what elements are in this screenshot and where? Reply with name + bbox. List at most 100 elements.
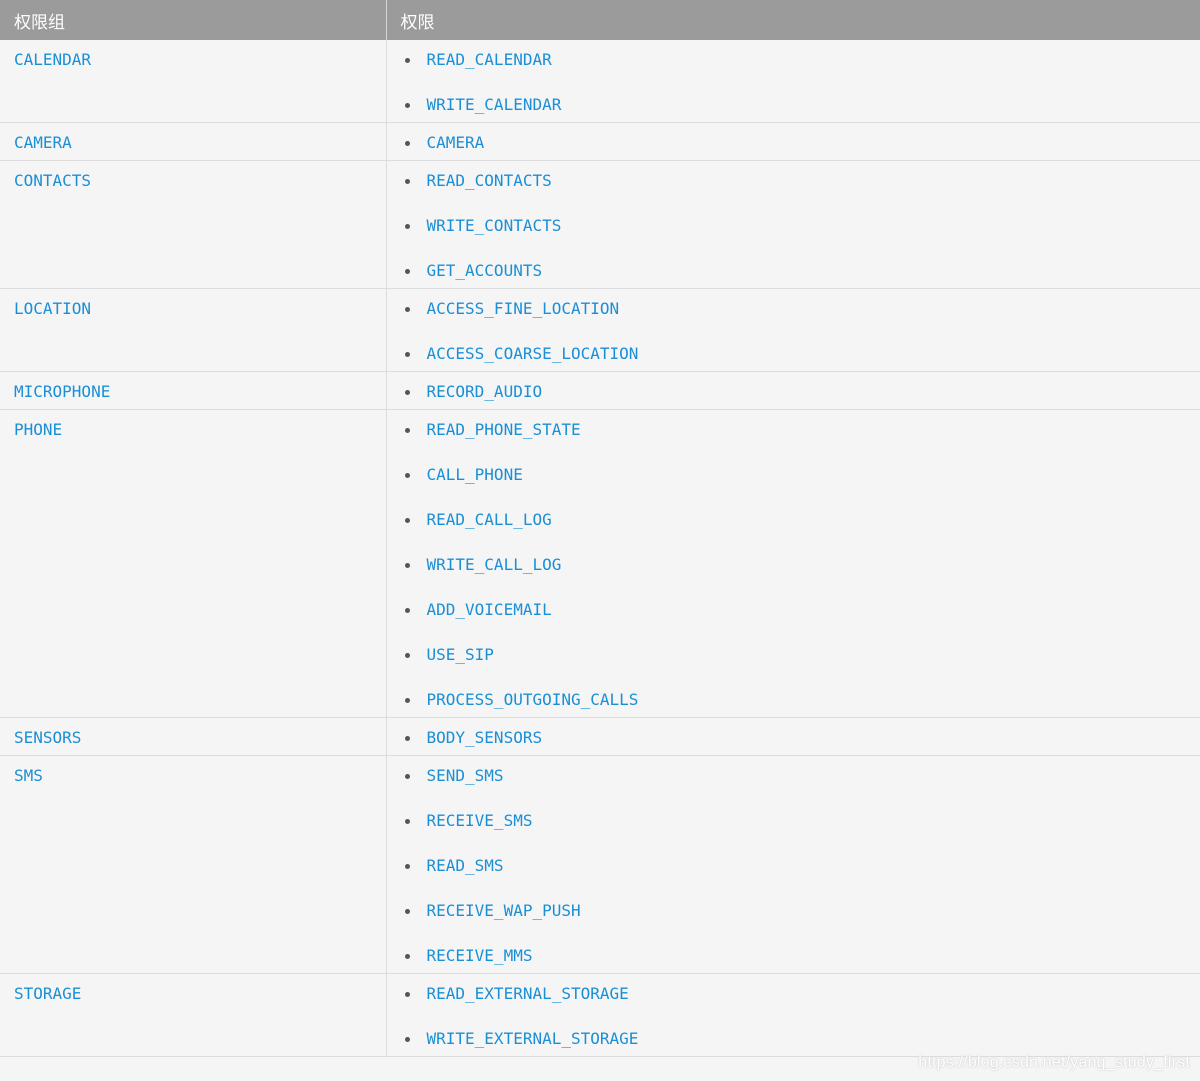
list-item: READ_CALENDAR <box>387 51 1200 69</box>
permission-group-cell: LOCATION <box>0 288 387 372</box>
permission-link[interactable]: RECEIVE_MMS <box>427 946 533 965</box>
list-item: PROCESS_OUTGOING_CALLS <box>387 691 1200 709</box>
permission-group-cell: CONTACTS <box>0 160 387 289</box>
bullet-icon <box>404 992 410 997</box>
list-item: READ_CALL_LOG <box>387 511 1200 529</box>
permission-group-cell: CALENDAR <box>0 40 387 123</box>
list-item: ADD_VOICEMAIL <box>387 601 1200 619</box>
bullet-icon <box>404 352 410 357</box>
list-item: WRITE_EXTERNAL_STORAGE <box>387 1030 1200 1048</box>
bullet-icon <box>404 608 410 613</box>
permission-link[interactable]: CAMERA <box>427 133 485 152</box>
permission-link[interactable]: BODY_SENSORS <box>427 728 543 747</box>
permissions-cell: READ_CONTACTS WRITE_CONTACTS GET_ACCOUNTS <box>386 160 1200 289</box>
bullet-icon <box>404 473 410 478</box>
permission-link[interactable]: SEND_SMS <box>427 766 504 785</box>
list-item: CAMERA <box>387 134 1200 152</box>
column-header-permission-group: 权限组 <box>0 0 387 40</box>
permission-group-cell: STORAGE <box>0 973 387 1057</box>
permission-group-link[interactable]: CAMERA <box>0 123 386 152</box>
permission-group-link[interactable]: SENSORS <box>0 718 386 747</box>
column-header-permission: 权限 <box>386 0 1200 40</box>
bullet-icon <box>404 224 410 229</box>
permission-group-link[interactable]: LOCATION <box>0 289 386 318</box>
bullet-icon <box>404 518 410 523</box>
permission-link[interactable]: READ_PHONE_STATE <box>427 420 581 439</box>
permission-link[interactable]: ACCESS_FINE_LOCATION <box>427 299 620 318</box>
list-item: READ_EXTERNAL_STORAGE <box>387 985 1200 1003</box>
list-item: READ_SMS <box>387 857 1200 875</box>
table-header: 权限组 权限 <box>0 0 1200 40</box>
permission-link[interactable]: RECORD_AUDIO <box>427 382 543 401</box>
permission-group-link[interactable]: MICROPHONE <box>0 372 386 401</box>
list-item: WRITE_CALENDAR <box>387 96 1200 114</box>
permission-group-link[interactable]: CONTACTS <box>0 161 386 190</box>
list-item: SEND_SMS <box>387 767 1200 785</box>
permission-group-link[interactable]: STORAGE <box>0 974 386 1003</box>
permission-link[interactable]: CALL_PHONE <box>427 465 523 484</box>
permission-group-link[interactable]: PHONE <box>0 410 386 439</box>
table-row: CAMERA CAMERA <box>0 122 1200 161</box>
list-item: READ_CONTACTS <box>387 172 1200 190</box>
bullet-icon <box>404 103 410 108</box>
permissions-cell: READ_CALENDAR WRITE_CALENDAR <box>386 40 1200 123</box>
permission-list: READ_CONTACTS WRITE_CONTACTS GET_ACCOUNTS <box>387 161 1200 288</box>
permissions-cell: SEND_SMS RECEIVE_SMS READ_SMS RECEIVE_WAP_P… <box>386 755 1200 974</box>
permissions-table: 权限组 权限 CALENDAR READ_CALENDAR WRITE_CALEND… <box>0 0 1200 1057</box>
bullet-icon <box>404 179 410 184</box>
permission-link[interactable]: USE_SIP <box>427 645 494 664</box>
permission-link[interactable]: READ_EXTERNAL_STORAGE <box>427 984 629 1003</box>
permission-list: ACCESS_FINE_LOCATION ACCESS_COARSE_LOCATI… <box>387 289 1200 371</box>
bullet-icon <box>404 390 410 395</box>
permission-group-cell: SMS <box>0 755 387 974</box>
permission-link[interactable]: ADD_VOICEMAIL <box>427 600 552 619</box>
bullet-icon <box>404 58 410 63</box>
permission-link[interactable]: READ_CALL_LOG <box>427 510 552 529</box>
permission-link[interactable]: RECEIVE_WAP_PUSH <box>427 901 581 920</box>
list-item: READ_PHONE_STATE <box>387 421 1200 439</box>
table-row: PHONE READ_PHONE_STATE CALL_PHONE READ_CALL… <box>0 409 1200 718</box>
permission-link[interactable]: WRITE_CALENDAR <box>427 95 562 114</box>
bullet-icon <box>404 864 410 869</box>
list-item: CALL_PHONE <box>387 466 1200 484</box>
list-item: ACCESS_COARSE_LOCATION <box>387 345 1200 363</box>
permission-link[interactable]: WRITE_CONTACTS <box>427 216 562 235</box>
permission-link[interactable]: WRITE_EXTERNAL_STORAGE <box>427 1029 639 1048</box>
permission-list: READ_CALENDAR WRITE_CALENDAR <box>387 40 1200 122</box>
permissions-cell: RECORD_AUDIO <box>386 371 1200 410</box>
table-row: SMS SEND_SMS RECEIVE_SMS READ_SMS RECEIVE_WA… <box>0 755 1200 974</box>
table-row: CALENDAR READ_CALENDAR WRITE_CALENDAR <box>0 40 1200 123</box>
permission-group-link[interactable]: SMS <box>0 756 386 785</box>
permission-list: SEND_SMS RECEIVE_SMS READ_SMS RECEIVE_WAP_P… <box>387 756 1200 973</box>
permission-link[interactable]: PROCESS_OUTGOING_CALLS <box>427 690 639 709</box>
list-item: WRITE_CALL_LOG <box>387 556 1200 574</box>
permission-link[interactable]: RECEIVE_SMS <box>427 811 533 830</box>
permission-group-link[interactable]: CALENDAR <box>0 40 386 69</box>
table-row: CONTACTS READ_CONTACTS WRITE_CONTACTS GET_A… <box>0 160 1200 289</box>
bullet-icon <box>404 909 410 914</box>
permissions-cell: READ_PHONE_STATE CALL_PHONE READ_CALL_LOG W… <box>386 409 1200 718</box>
bullet-icon <box>404 1037 410 1042</box>
permission-link[interactable]: READ_SMS <box>427 856 504 875</box>
permission-list: CAMERA <box>387 123 1200 160</box>
bullet-icon <box>404 736 410 741</box>
list-item: BODY_SENSORS <box>387 729 1200 747</box>
permission-list: READ_PHONE_STATE CALL_PHONE READ_CALL_LOG W… <box>387 410 1200 717</box>
permission-list: BODY_SENSORS <box>387 718 1200 755</box>
table-row: SENSORS BODY_SENSORS <box>0 717 1200 756</box>
table-row: STORAGE READ_EXTERNAL_STORAGE WRITE_EXTERN… <box>0 973 1200 1057</box>
permission-link[interactable]: GET_ACCOUNTS <box>427 261 543 280</box>
permission-link[interactable]: ACCESS_COARSE_LOCATION <box>427 344 639 363</box>
permission-link[interactable]: WRITE_CALL_LOG <box>427 555 562 574</box>
bullet-icon <box>404 653 410 658</box>
permission-link[interactable]: READ_CONTACTS <box>427 171 552 190</box>
bullet-icon <box>404 954 410 959</box>
list-item: GET_ACCOUNTS <box>387 262 1200 280</box>
bullet-icon <box>404 774 410 779</box>
permissions-cell: BODY_SENSORS <box>386 717 1200 756</box>
list-item: USE_SIP <box>387 646 1200 664</box>
permissions-cell: CAMERA <box>386 122 1200 161</box>
bullet-icon <box>404 698 410 703</box>
bullet-icon <box>404 428 410 433</box>
permission-link[interactable]: READ_CALENDAR <box>427 50 552 69</box>
